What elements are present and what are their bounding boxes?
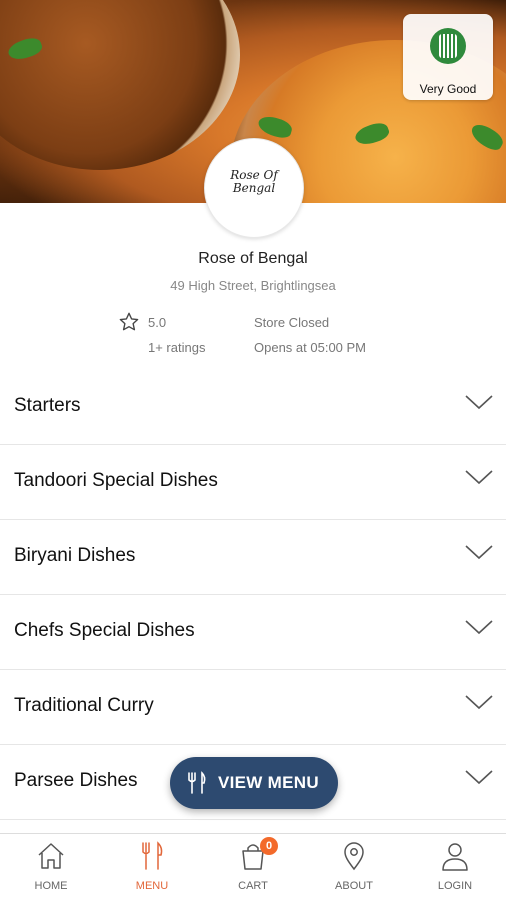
cutlery-icon — [188, 771, 206, 794]
category-label: Chefs Special Dishes — [14, 620, 195, 641]
nav-item-cart[interactable]: 0 CART — [203, 834, 303, 901]
home-icon — [38, 843, 64, 869]
nav-item-login[interactable]: LOGIN — [405, 834, 505, 901]
nav-label-home: HOME — [34, 880, 68, 892]
hygiene-rating-badge[interactable]: Very Good — [403, 14, 493, 100]
category-label: Tandoori Special Dishes — [14, 470, 218, 491]
category-row-starters[interactable]: Starters — [0, 370, 506, 445]
chevron-down-icon — [465, 545, 493, 560]
location-pin-icon — [344, 842, 364, 871]
nav-label-login: LOGIN — [437, 880, 473, 892]
nav-label-cart: CART — [238, 880, 268, 892]
category-label: Biryani Dishes — [14, 545, 136, 566]
hygiene-badge-label: Very Good — [419, 82, 477, 96]
category-label: Traditional Curry — [14, 695, 154, 716]
category-label: Starters — [14, 395, 81, 416]
menu-icon — [142, 841, 163, 870]
view-menu-button[interactable]: VIEW MENU — [170, 757, 338, 809]
restaurant-name: Rose of Bengal — [198, 250, 308, 267]
rating-value: 5.0 — [148, 315, 167, 330]
category-row-biryani[interactable]: Biryani Dishes — [0, 520, 506, 595]
ratings-count: 1+ ratings — [148, 340, 206, 355]
restaurant-address: 49 High Street, Brightlingsea — [170, 278, 336, 293]
star-icon — [119, 312, 139, 331]
category-row-chefs-special[interactable]: Chefs Special Dishes — [0, 595, 506, 670]
chevron-down-icon — [465, 770, 493, 785]
opening-time: Opens at 05:00 PM — [254, 340, 367, 355]
logo-text: Rose Of Bengal — [230, 168, 278, 195]
user-icon — [442, 843, 468, 871]
hero-plate-left — [0, 0, 240, 170]
category-row-traditional-curry[interactable]: Traditional Curry — [0, 670, 506, 745]
chevron-down-icon — [465, 620, 493, 635]
nav-item-menu[interactable]: MENU — [102, 834, 202, 901]
restaurant-logo: Rose Of Bengal — [204, 138, 304, 238]
bottom-navigation: HOME MENU 0 CART ABOUT LOGIN — [0, 833, 506, 901]
chevron-down-icon — [465, 695, 493, 710]
category-label: Parsee Dishes — [14, 770, 138, 791]
nav-item-home[interactable]: HOME — [1, 834, 101, 901]
category-row-tandoori[interactable]: Tandoori Special Dishes — [0, 445, 506, 520]
nav-label-menu: MENU — [135, 880, 169, 892]
nav-item-about[interactable]: ABOUT — [304, 834, 404, 901]
view-menu-label: VIEW MENU — [218, 773, 319, 792]
hygiene-badge-icon — [430, 28, 466, 64]
nav-label-about: ABOUT — [335, 880, 373, 892]
store-status: Store Closed — [254, 315, 330, 330]
chevron-down-icon — [465, 395, 493, 410]
cart-count-badge: 0 — [260, 837, 278, 855]
chevron-down-icon — [465, 470, 493, 485]
